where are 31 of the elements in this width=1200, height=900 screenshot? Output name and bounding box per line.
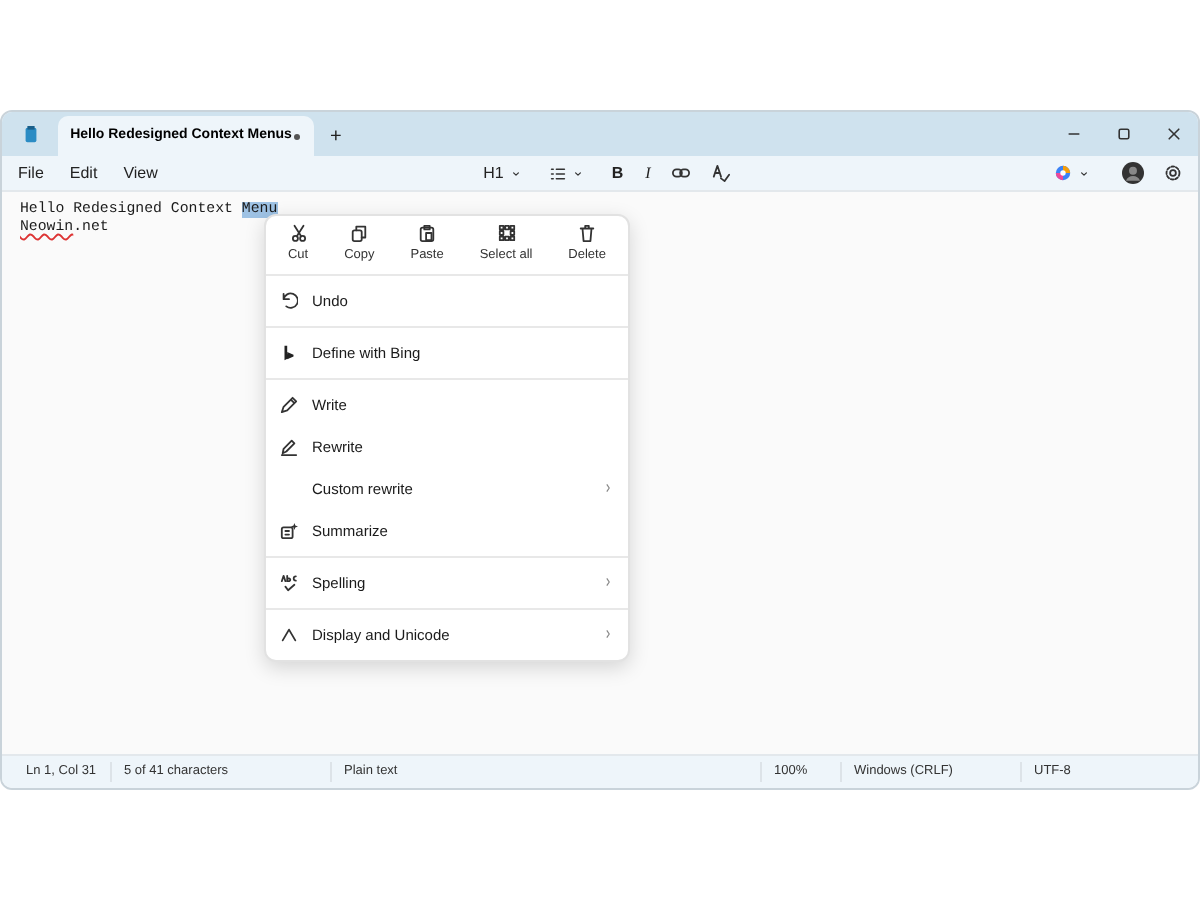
bold-button[interactable]: B (603, 161, 632, 185)
heading-dropdown[interactable]: H1 (475, 161, 530, 185)
copilot-icon (1054, 164, 1073, 182)
undo-icon (280, 291, 298, 310)
select-all-icon (497, 224, 516, 242)
paste-icon (418, 224, 437, 242)
menu-item[interactable]: File (2, 161, 54, 185)
cut-icon (289, 224, 308, 242)
link-icon (672, 164, 691, 182)
menu-item[interactable]: Edit (53, 161, 108, 185)
spellcheck-icon (712, 164, 731, 182)
maximize-icon (1115, 126, 1131, 142)
caret-icon (509, 167, 522, 179)
italic-button[interactable]: I (637, 161, 659, 185)
list-icon (549, 165, 566, 181)
caret-icon (571, 167, 584, 179)
caret-up-icon (280, 625, 298, 644)
new-tab-button[interactable]: + (322, 116, 350, 156)
notepad-icon (21, 123, 39, 145)
close-icon (1165, 126, 1181, 142)
pen-icon (280, 395, 298, 414)
settings-icon (1164, 164, 1183, 182)
avatar-icon (1122, 162, 1145, 184)
menu-item[interactable]: View (107, 161, 168, 185)
bing-icon (280, 343, 298, 362)
caret-icon (1078, 167, 1091, 179)
summarize-icon (280, 521, 298, 540)
pencil-icon (280, 437, 298, 456)
copy-icon (350, 224, 369, 242)
delete-icon (578, 224, 597, 242)
spelling-icon (280, 573, 298, 592)
